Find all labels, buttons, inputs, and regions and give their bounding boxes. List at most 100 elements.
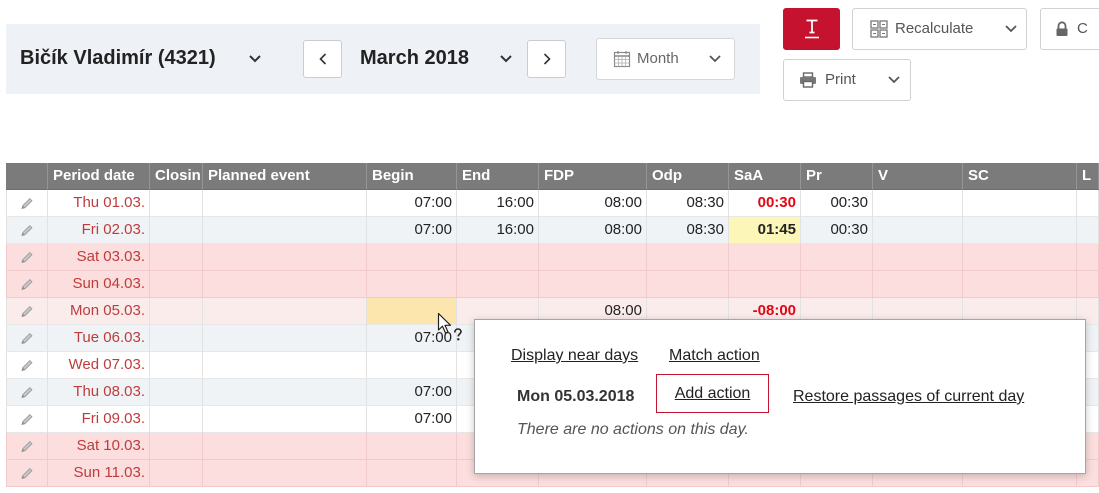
cell-begin[interactable] <box>367 271 457 298</box>
column-header-l: L <box>1077 163 1099 190</box>
edit-day-button[interactable] <box>6 271 48 298</box>
edit-day-button[interactable] <box>6 190 48 217</box>
edit-day-button[interactable] <box>6 460 48 487</box>
cell-date: Thu 01.03. <box>48 190 150 217</box>
cell-date: Tue 06.03. <box>48 325 150 352</box>
column-header-odp: Odp <box>647 163 729 190</box>
cell-begin[interactable]: 07:00 <box>367 406 457 433</box>
display-near-days-link[interactable]: Display near days <box>511 346 638 366</box>
table-row: Thu 01.03. 07:00 16:00 08:00 08:30 00:30 00:30 <box>6 190 1099 217</box>
cell-date: Mon 05.03. <box>48 298 150 325</box>
column-header-edit <box>6 163 48 190</box>
employee-selector[interactable]: Bičík Vladimír (4321) <box>20 24 270 94</box>
primary-action-button[interactable] <box>783 8 840 50</box>
restore-passages-link[interactable]: Restore passages of current day <box>793 387 1024 407</box>
pencil-icon <box>21 332 33 345</box>
cell-begin[interactable] <box>367 433 457 460</box>
edit-day-button[interactable] <box>6 244 48 271</box>
column-header-v: V <box>873 163 963 190</box>
cell-pr: 00:30 <box>801 190 873 217</box>
lock-period-button[interactable]: C <box>1040 8 1099 50</box>
previous-period-button[interactable] <box>303 40 342 78</box>
table-row: Sat 03.03. <box>6 244 1099 271</box>
help-cursor-icon <box>437 312 462 341</box>
cell-begin[interactable] <box>367 352 457 379</box>
column-header-begin: Begin <box>367 163 457 190</box>
printer-icon <box>800 72 816 88</box>
cell-pr <box>801 271 873 298</box>
employee-name: Bičík Vladimír (4321) <box>20 47 216 69</box>
cell-closing <box>150 190 203 217</box>
cell-closing <box>150 244 203 271</box>
view-mode-dropdown[interactable]: Month <box>596 38 735 80</box>
chevron-down-icon <box>709 55 721 63</box>
cell-planned-event <box>203 325 367 352</box>
cell-saa: 00:30 <box>729 190 801 217</box>
cell-end[interactable]: 16:00 <box>457 217 539 244</box>
cell-odp <box>647 244 729 271</box>
cell-begin[interactable]: 07:00 <box>367 217 457 244</box>
edit-day-button[interactable] <box>6 325 48 352</box>
print-button[interactable]: Print <box>783 59 911 101</box>
cell-sc <box>963 217 1077 244</box>
pencil-icon <box>21 251 33 264</box>
pencil-icon <box>21 305 33 318</box>
print-label: Print <box>825 71 856 88</box>
edit-day-button[interactable] <box>6 217 48 244</box>
cell-begin[interactable]: 07:00 <box>367 379 457 406</box>
cell-end[interactable] <box>457 244 539 271</box>
chevron-right-icon <box>543 53 551 65</box>
edit-day-button[interactable] <box>6 406 48 433</box>
cell-date: Wed 07.03. <box>48 352 150 379</box>
cell-v <box>873 190 963 217</box>
day-actions-popup: Display near days Match action Mon 05.03… <box>474 319 1086 474</box>
edit-day-button[interactable] <box>6 352 48 379</box>
cell-odp: 08:30 <box>647 217 729 244</box>
recalculate-button[interactable]: Recalculate <box>852 8 1027 50</box>
add-action-button[interactable]: Add action <box>656 374 769 413</box>
cell-fdp <box>539 271 647 298</box>
calendar-icon <box>613 51 631 68</box>
cell-closing <box>150 271 203 298</box>
cell-planned-event <box>203 244 367 271</box>
cell-planned-event <box>203 298 367 325</box>
cell-planned-event <box>203 217 367 244</box>
cell-sc <box>963 271 1077 298</box>
add-action-link[interactable]: Add action <box>675 385 751 402</box>
cell-fdp: 08:00 <box>539 217 647 244</box>
cell-v <box>873 217 963 244</box>
cell-l <box>1077 244 1099 271</box>
pencil-icon <box>21 386 33 399</box>
cell-begin[interactable] <box>367 460 457 487</box>
text-format-icon <box>805 19 819 39</box>
cell-date: Fri 09.03. <box>48 406 150 433</box>
cell-end[interactable]: 16:00 <box>457 190 539 217</box>
cell-pr <box>801 244 873 271</box>
edit-day-button[interactable] <box>6 298 48 325</box>
cell-begin[interactable]: 07:00 <box>367 190 457 217</box>
column-header-sc: SC <box>963 163 1077 190</box>
cell-planned-event <box>203 271 367 298</box>
cell-planned-event <box>203 190 367 217</box>
cell-begin[interactable] <box>367 244 457 271</box>
cell-end[interactable] <box>457 271 539 298</box>
pencil-icon <box>21 278 33 291</box>
cell-l <box>1077 271 1099 298</box>
cell-fdp: 08:00 <box>539 190 647 217</box>
pencil-icon <box>21 467 33 480</box>
cell-closing <box>150 325 203 352</box>
chevron-left-icon <box>318 53 326 65</box>
edit-day-button[interactable] <box>6 433 48 460</box>
column-header-end: End <box>457 163 539 190</box>
chevron-down-icon <box>1005 25 1017 33</box>
period-toolbar: Bičík Vladimír (4321) March 2018 Month <box>6 24 760 94</box>
column-header-closing: Closin <box>150 163 203 190</box>
next-period-button[interactable] <box>527 40 566 78</box>
match-action-link[interactable]: Match action <box>669 346 760 366</box>
table-header-row: Period date Closin Planned event Begin End FD… <box>6 163 1099 190</box>
cell-fdp <box>539 244 647 271</box>
period-selector[interactable]: March 2018 <box>360 24 520 94</box>
edit-day-button[interactable] <box>6 379 48 406</box>
cell-v <box>873 244 963 271</box>
popup-date: Mon 05.03.2018 <box>517 388 635 405</box>
